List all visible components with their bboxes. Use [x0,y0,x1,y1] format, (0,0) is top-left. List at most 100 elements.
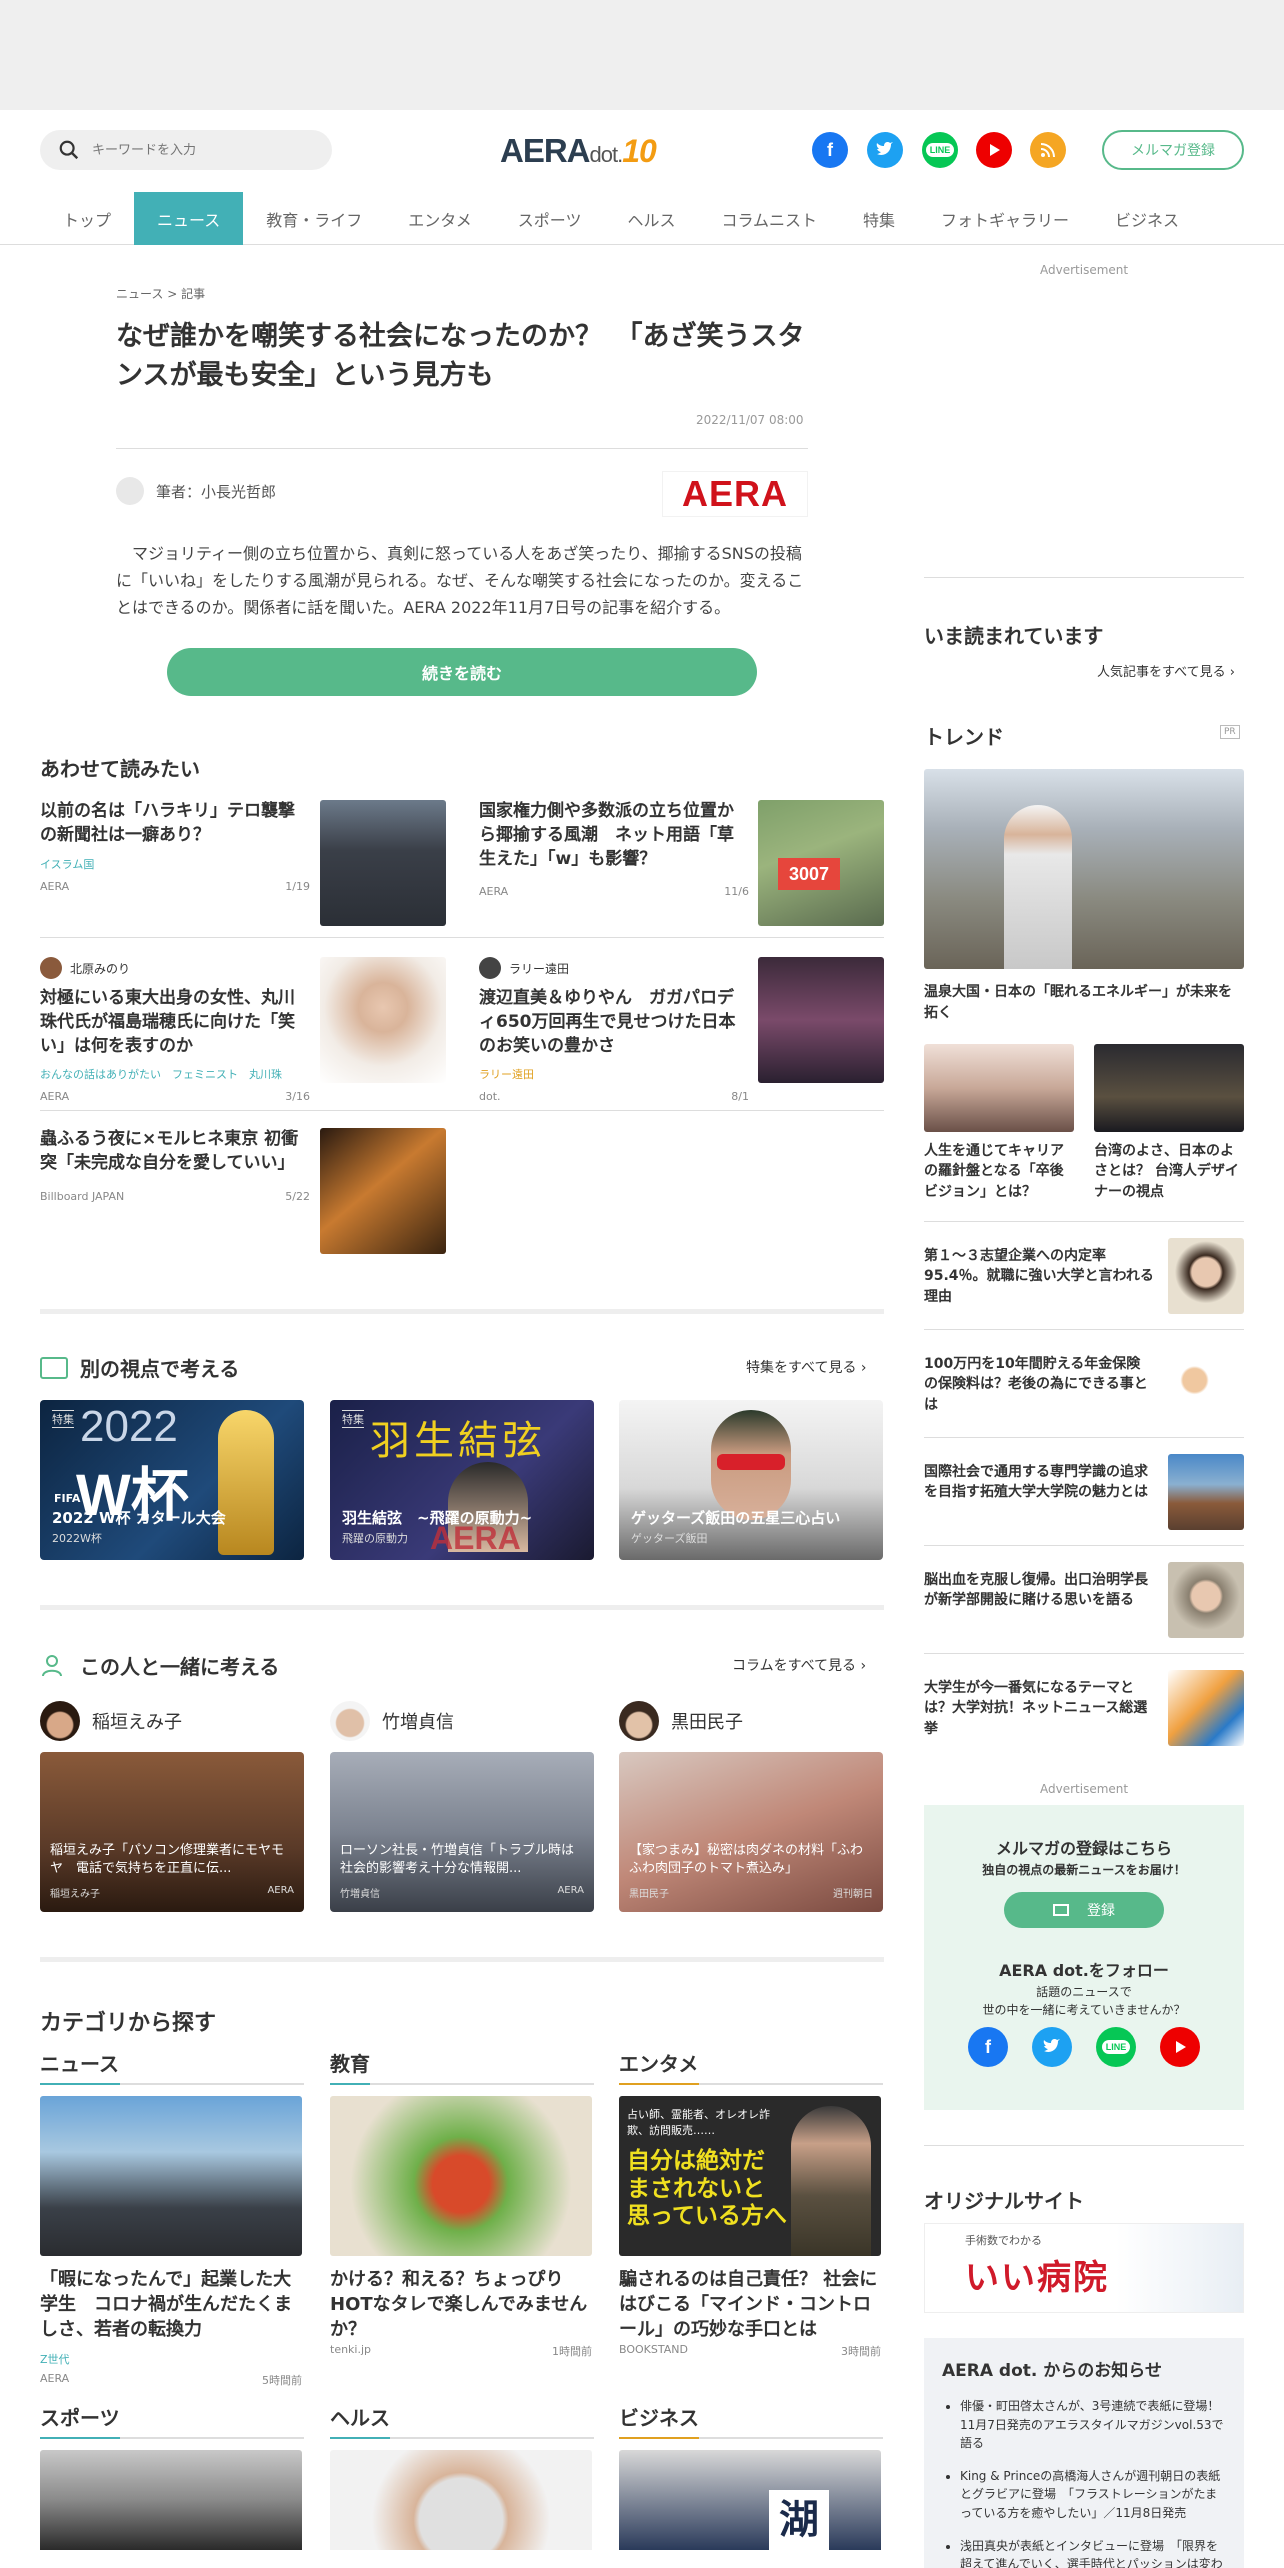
notice-item[interactable]: 浅田真央が表紙とインタビューに登場 「限界を超えて進んでいく、選手時代とパッショ… [960,2537,1226,2568]
nav-photo-gallery[interactable]: フォトギャラリー [918,192,1092,245]
notice-item[interactable]: King & Princeの高橋海人さんが週刊朝日の表紙とグラビアに登場 「フラ… [960,2467,1226,2523]
related-item[interactable]: ラリー遠田 渡辺直美＆ゆりやん ガガパロディ650万回再生で見せつけた日本のお笑… [479,957,749,1103]
related-thumbnail-performance[interactable] [758,957,884,1083]
search-input[interactable] [92,142,312,158]
nav-sports[interactable]: スポーツ [495,192,605,245]
category-head-business[interactable]: ビジネス [619,2402,883,2439]
youtube-icon[interactable] [1160,2027,1200,2067]
category-news-title[interactable]: 「暇になったんで」起業した大学生 コロナ禍が生んだたくましさ、若者の転換力 [40,2267,302,2343]
notice-box: AERA dot. からのお知らせ 俳優・町田啓太さんが、3号連続で表紙に登場！… [924,2338,1244,2568]
category-head-education[interactable]: 教育 [330,2048,594,2085]
site-logo[interactable]: AERAdot.10 [500,132,657,170]
divider [924,2145,1244,2146]
publisher-logo[interactable]: AERA [662,471,808,517]
viewpoint-icon [40,1357,68,1379]
trend-main-photo[interactable] [924,769,1244,969]
person-item[interactable]: 竹増貞信 [330,1701,454,1741]
trend-row[interactable]: 大学生が今一番気になるテーマとは？大学対抗！ネットニュース総選挙 [924,1653,1244,1761]
author-line[interactable]: 筆者：小長光哲郎 [116,477,276,505]
search-box[interactable] [40,130,332,170]
section-divider [40,1605,884,1610]
related-thumbnail-concert[interactable] [320,1128,446,1254]
category-head-health[interactable]: ヘルス [330,2402,594,2439]
chevron-right-icon: › [860,1658,867,1674]
trend-row[interactable]: 脳出血を克服し復帰。出口治明学長が新学部開設に賭ける思いを語る [924,1545,1244,1653]
author-photo [791,2106,871,2256]
nav-health[interactable]: ヘルス [604,192,698,245]
trend-row[interactable]: 100万円を10年間貯える年金保険の保険料は？老後の為にできる事とは [924,1329,1244,1437]
related-item[interactable]: 北原みのり 対極にいる東大出身の女性、丸川珠代氏が福島瑞穂氏に向けた「笑い」は何… [40,957,310,1103]
related-item[interactable]: 蟲ふるう夜に×モルヒネ東京 初衝突「未完成な自分を愛していい」 Billboar… [40,1128,310,1203]
category-photo-business[interactable]: 湖 [619,2450,881,2550]
popular-more-link[interactable]: 人気記事をすべて見る › [1097,661,1235,680]
category-news-tag[interactable]: Z世代 [40,2351,70,2367]
nav-entertainment[interactable]: エンタメ [385,192,495,245]
newsletter-register-button[interactable]: 登録 [1004,1892,1164,1928]
related-thumbnail-protest[interactable]: 3007 [758,800,884,926]
related-thumbnail-crowd[interactable] [320,800,446,926]
category-entertainment-title[interactable]: 騙されるのは自己責任？ 社会にはびこる「マインド・コントロール」の巧妙な手口とは [619,2267,881,2343]
youtube-icon[interactable] [976,132,1012,168]
viewpoint-more-link[interactable]: 特集をすべて見る › [746,1357,867,1377]
feature-title: ゲッターズ飯田の五星三心占い [631,1509,841,1527]
category-head-entertainment[interactable]: エンタメ [619,2048,883,2085]
trend-pair-title[interactable]: 台湾のよさ、日本のよさとは？ 台湾人デザイナーの視点 [1094,1141,1244,1202]
related-item-meta: Billboard JAPAN 5/22 [40,1189,310,1203]
read-more-button[interactable]: 続きを読む [167,648,757,696]
related-item[interactable]: 国家権力側や多数派の立ち位置から揶揄する風潮 ネット用語「草生えた」「w」も影響… [479,800,749,898]
trend-pair-title[interactable]: 人生を通じてキャリアの羅針盤となる「卒後ビジョン」とは？ [924,1141,1074,1202]
category-photo-entertainment[interactable]: 占い師、霊能者、オレオレ詐欺、訪問販売…… 自分は絶対だまされないと思っている方… [619,2096,881,2256]
trend-pair-photo[interactable] [924,1044,1074,1132]
trend-main-title[interactable]: 温泉大国・日本の「眠れるエネルギー」が未来を拓く [924,982,1244,1024]
related-item[interactable]: 以前の名は「ハラキリ」テロ襲撃の新聞社は一癖あり？ イスラム国 AERA 1/19 [40,800,310,893]
category-photo-news[interactable] [40,2096,302,2256]
column-card[interactable]: ローソン社長・竹増貞信「トラブル時は社会的影響考え十分な情報開... 竹増貞信 A… [330,1752,594,1912]
nav-education[interactable]: 教育・ライフ [243,192,385,245]
mail-magazine-button[interactable]: メルマガ登録 [1102,130,1244,170]
feature-card-worldcup[interactable]: 特集 2022 W杯 FIFA 2022 W杯 カタール大会 2022W杯 [40,1400,304,1560]
trend-pair-photo[interactable] [1094,1044,1244,1132]
twitter-icon[interactable] [867,132,903,168]
line-icon[interactable]: LINE [1096,2027,1136,2067]
chevron-right-icon: › [1229,665,1235,680]
related-item-tag[interactable]: イスラム国 [40,856,310,872]
notice-item[interactable]: 俳優・町田啓太さんが、3号連続で表紙に登場！ 11月7日発売のアエラスタイルマガ… [960,2397,1226,2453]
nav-business[interactable]: ビジネス [1092,192,1202,245]
original-site-banner[interactable]: 手術数でわかる いい病院 [924,2223,1244,2313]
nav-features[interactable]: 特集 [840,192,918,245]
related-item-tag[interactable]: ラリー遠田 [479,1066,749,1082]
newsletter-sub: 独自の視点の最新ニュースをお届け！ [982,1863,1186,1877]
category-photo-education[interactable] [330,2096,592,2256]
trend-row[interactable]: 国際社会で通用する専門学識の追求を目指す拓殖大学大学院の魅力とは [924,1437,1244,1545]
twitter-icon[interactable] [1032,2027,1072,2067]
trend-row[interactable]: 第１～３志望企業への内定率95.4％。就職に強い大学と言われる理由 [924,1221,1244,1329]
breadcrumb[interactable]: ニュース > 記事 [116,285,205,302]
related-item-tag[interactable]: おんなの話はありがたい フェミニスト 丸川珠 [40,1066,310,1082]
feature-sub: 2022W杯 [52,1532,102,1545]
line-icon[interactable]: LINE [922,132,958,168]
feature-card-getters[interactable]: ゲッターズ飯田の五星三心占い ゲッターズ飯田 [619,1400,883,1560]
nav-news[interactable]: ニュース [134,192,244,245]
category-head-sports[interactable]: スポーツ [40,2402,304,2439]
related-item-meta: dot. 8/1 [479,1090,749,1104]
facebook-icon[interactable]: f [812,132,848,168]
column-card[interactable]: 稲垣えみ子「パソコン修理業者にモヤモヤ 電話で気持ちを正直に伝... 稲垣えみ子… [40,1752,304,1912]
category-photo-sports[interactable] [40,2450,302,2550]
rss-icon[interactable] [1030,132,1066,168]
category-education-title[interactable]: かける？和える？ちょっぴりHOTなタレで楽しんでみませんか？ [330,2267,592,2343]
related-item-title: 蟲ふるう夜に×モルヒネ東京 初衝突「未完成な自分を愛していい」 [40,1129,299,1173]
feature-name: 羽生結弦 [370,1418,546,1464]
trend-row-title: 100万円を10年間貯える年金保険の保険料は？老後の為にできる事とは [924,1356,1148,1413]
person-item[interactable]: 黒田民子 [619,1701,743,1741]
category-head-news[interactable]: ニュース [40,2048,304,2085]
column-card[interactable]: 【家つまみ】秘密は肉ダネの材料「ふわふわ肉団子のトマト煮込み」 黒田民子 週刊朝日 [619,1752,883,1912]
nav-top[interactable]: トップ [40,192,134,245]
category-photo-health[interactable] [330,2450,592,2550]
nav-columnist[interactable]: コラムニスト [698,192,840,245]
people-more-link[interactable]: コラムをすべて見る › [732,1655,866,1675]
facebook-icon[interactable]: f [968,2027,1008,2067]
feature-card-hanyu[interactable]: 特集 羽生結弦 AERA 羽生結弦 ~飛躍の原動力~ 飛躍の原動力 [330,1400,594,1560]
related-thumbnail-portrait[interactable] [320,957,446,1083]
column-meta: 黒田民子 週刊朝日 [629,1889,873,1900]
person-item[interactable]: 稲垣えみ子 [40,1701,182,1741]
